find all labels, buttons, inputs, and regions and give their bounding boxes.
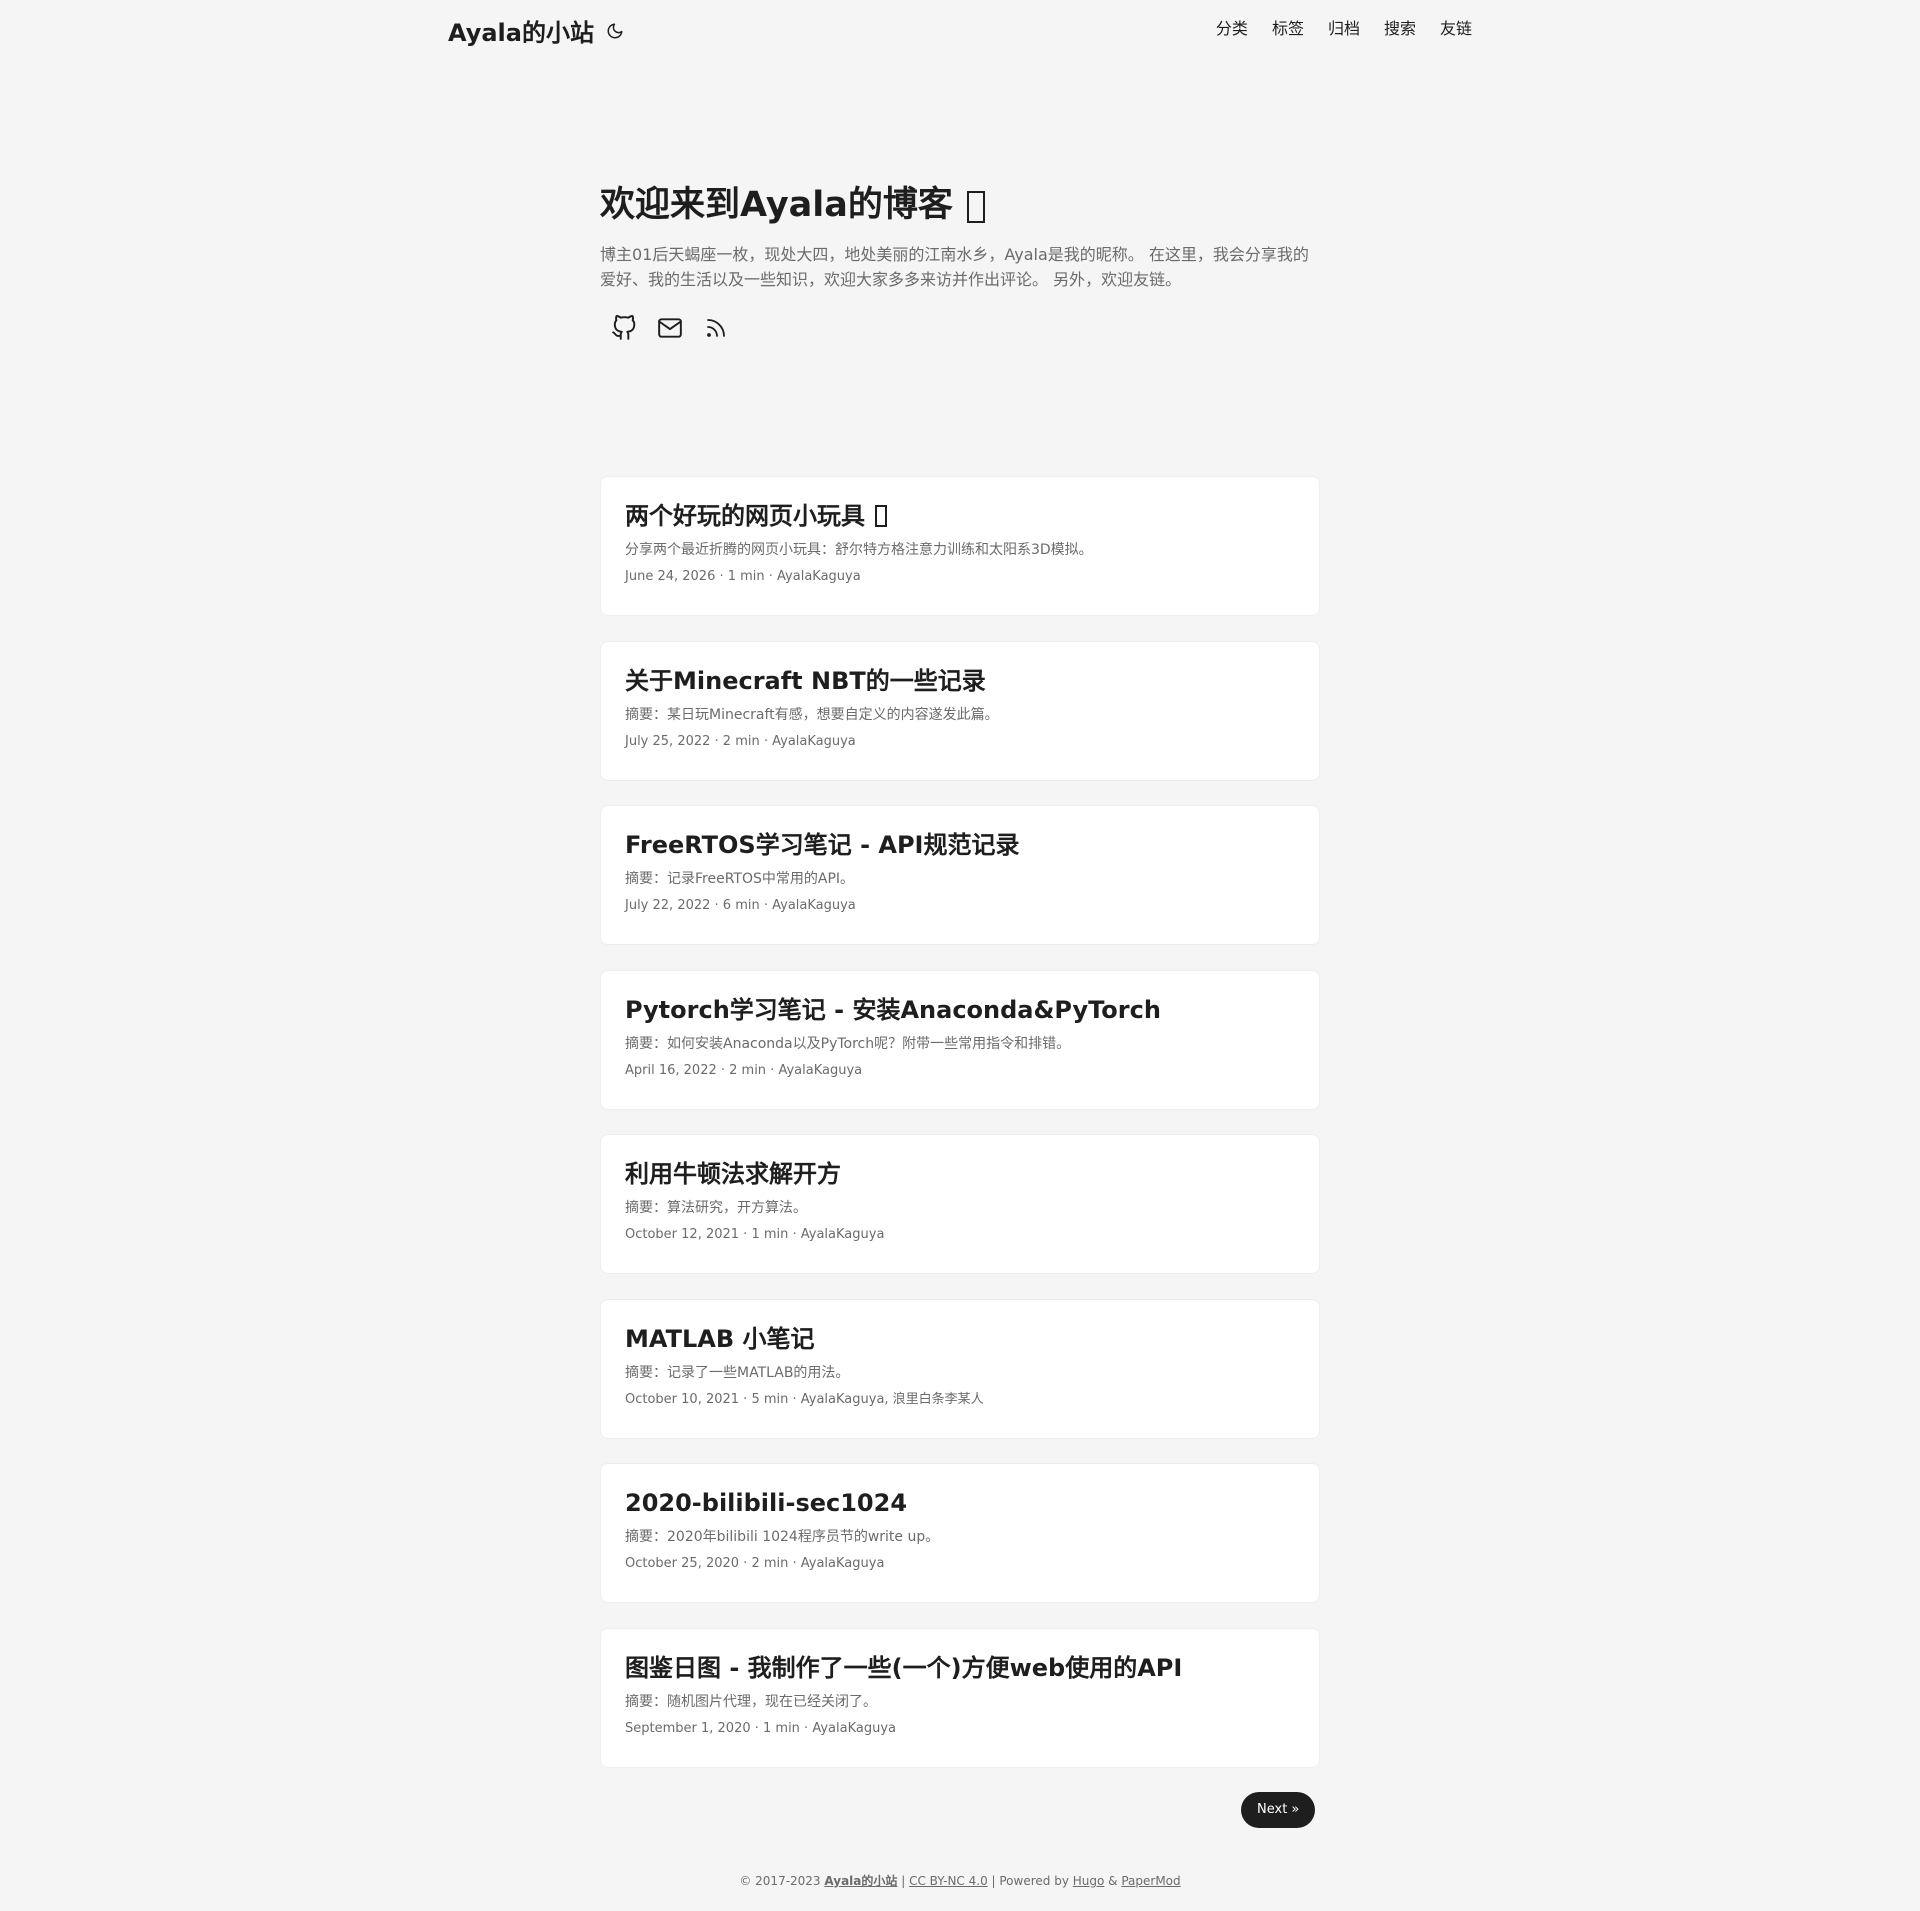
post-title: 图鉴日图 - 我制作了一些(一个)方便web使用的API	[625, 1653, 1183, 1682]
post-title: 关于Minecraft NBT的一些记录	[625, 666, 986, 695]
post-summary: 摘要：如何安装Anaconda以及PyTorch呢？附带一些常用指令和排错。	[625, 1035, 1071, 1052]
footer-license-link[interactable]: CC BY-NC 4.0	[909, 1874, 988, 1888]
post-meta: October 12, 2021 · 1 min · AyalaKaguya	[625, 1227, 885, 1242]
post-card[interactable]: 利用牛顿法求解开方 摘要：算法研究，开方算法。 October 12, 2021…	[600, 1134, 1320, 1274]
home-info: 欢迎来到Ayala的博客 博主01后天蝎座一枚，现处大四，地处美丽的江南水乡，A…	[600, 180, 1320, 344]
post-meta: July 25, 2022 · 2 min · AyalaKaguya	[625, 733, 856, 749]
post-card[interactable]: FreeRTOS学习笔记 - API规范记录 摘要：记录FreeRTOS中常用的…	[600, 805, 1320, 945]
footer-site-link[interactable]: Ayala的小站	[824, 1874, 897, 1888]
post-title: 两个好玩的网页小玩具	[625, 499, 1295, 533]
site-footer: © 2017-2023 Ayala的小站 | CC BY-NC 4.0 | Po…	[0, 1872, 1920, 1890]
footer-ampersand: &	[1104, 1874, 1122, 1888]
footer-papermod-link[interactable]: PaperMod	[1121, 1874, 1180, 1888]
post-card[interactable]: Pytorch学习笔记 - 安装Anaconda&PyTorch 摘要：如何安装…	[600, 969, 1320, 1110]
footer-copyright: © 2017-2023	[739, 1874, 825, 1888]
site-logo[interactable]: Ayala的小站	[448, 13, 594, 48]
missing-glyph-icon	[966, 191, 985, 223]
post-meta: September 1, 2020 · 1 min · AyalaKaguya	[625, 1720, 896, 1736]
post-card[interactable]: 图鉴日图 - 我制作了一些(一个)方便web使用的API 摘要：随机图片代理，现…	[600, 1627, 1320, 1768]
post-title-text: 两个好玩的网页小玩具	[625, 502, 865, 530]
next-page-button[interactable]: Next »	[1241, 1792, 1316, 1828]
moon-icon[interactable]	[604, 20, 626, 42]
mail-icon[interactable]	[654, 312, 686, 344]
post-summary: 分享两个最近折腾的网页小玩具：舒尔特方格注意力训练和太阳系3D模拟。	[625, 542, 1093, 558]
post-meta: July 22, 2022 · 6 min · AyalaKaguya	[625, 898, 856, 913]
footer-hugo-link[interactable]: Hugo	[1073, 1874, 1105, 1888]
footer-powered-by: | Powered by	[987, 1874, 1073, 1888]
nav-friends[interactable]: 友链	[1440, 18, 1472, 40]
post-summary: 摘要：记录FreeRTOS中常用的API。	[625, 871, 855, 887]
social-icons	[600, 312, 1320, 344]
post-title: MATLAB 小笔记	[625, 1324, 815, 1353]
footer-separator: |	[897, 1874, 910, 1888]
post-list: 两个好玩的网页小玩具 分享两个最近折腾的网页小玩具：舒尔特方格注意力训练和太阳系…	[600, 476, 1320, 1792]
post-card[interactable]: 两个好玩的网页小玩具 分享两个最近折腾的网页小玩具：舒尔特方格注意力训练和太阳系…	[600, 476, 1320, 616]
site-header: Ayala的小站 分类 标签 归档 搜索 友链	[0, 0, 1920, 60]
post-card[interactable]: 2020-bilibili-sec1024 摘要：2020年bilibili 1…	[600, 1463, 1320, 1603]
pagination: Next »	[1241, 1792, 1316, 1828]
post-summary: 摘要：随机图片代理，现在已经关闭了。	[625, 1693, 877, 1710]
post-meta: October 10, 2021 · 5 min · AyalaKaguya, …	[625, 1391, 984, 1407]
post-title: 2020-bilibili-sec1024	[625, 1489, 908, 1517]
post-title: Pytorch学习笔记 - 安装Anaconda&PyTorch	[625, 995, 1161, 1024]
post-meta: October 25, 2020 · 2 min · AyalaKaguya	[625, 1556, 885, 1571]
nav-search[interactable]: 搜索	[1384, 18, 1416, 40]
post-meta: April 16, 2022 · 2 min · AyalaKaguya	[625, 1062, 863, 1078]
main-nav: 分类 标签 归档 搜索 友链	[1192, 18, 1472, 40]
post-card[interactable]: 关于Minecraft NBT的一些记录 摘要：某日玩Minecraft有感，想…	[600, 640, 1320, 781]
post-title: 利用牛顿法求解开方	[625, 1160, 841, 1188]
github-icon[interactable]	[608, 312, 640, 344]
home-description: 博主01后天蝎座一枚，现处大四，地处美丽的江南水乡，Ayala是我的昵称。 在这…	[600, 245, 1309, 289]
post-card[interactable]: MATLAB 小笔记 摘要：记录了一些MATLAB的用法。 October 10…	[600, 1298, 1320, 1439]
home-title: 欢迎来到Ayala的博客	[600, 180, 1320, 230]
nav-categories[interactable]: 分类	[1216, 18, 1248, 40]
post-meta: June 24, 2026 · 1 min · AyalaKaguya	[625, 569, 861, 584]
rss-icon[interactable]	[700, 312, 732, 344]
post-summary: 摘要：2020年bilibili 1024程序员节的write up。	[625, 1529, 940, 1545]
post-summary: 摘要：算法研究，开方算法。	[625, 1200, 807, 1216]
nav-tags[interactable]: 标签	[1272, 18, 1304, 40]
missing-glyph-icon	[875, 505, 887, 527]
logo-wrap: Ayala的小站	[448, 13, 626, 48]
post-summary: 摘要：记录了一些MATLAB的用法。	[625, 1364, 850, 1381]
nav-archives[interactable]: 归档	[1328, 18, 1360, 40]
post-title: FreeRTOS学习笔记 - API规范记录	[625, 831, 1020, 859]
post-summary: 摘要：某日玩Minecraft有感，想要自定义的内容遂发此篇。	[625, 706, 999, 723]
home-title-text: 欢迎来到Ayala的博客	[600, 185, 953, 225]
